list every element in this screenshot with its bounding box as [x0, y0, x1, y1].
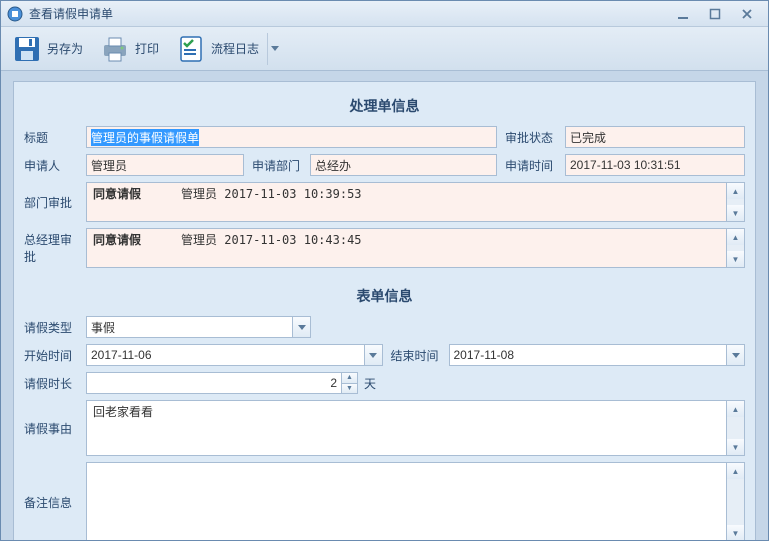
label-dept-approval: 部门审批: [24, 182, 86, 222]
spin-up-icon[interactable]: ▲: [342, 373, 357, 384]
field-approval-status[interactable]: 已完成: [565, 126, 745, 148]
field-dept-approval[interactable]: 同意请假 管理员 2017-11-03 10:39:53 ▲ ▼: [86, 182, 745, 222]
remarks-scrollbar[interactable]: ▲ ▼: [727, 462, 745, 540]
scroll-up-icon[interactable]: ▲: [727, 229, 744, 245]
window-title: 查看请假申请单: [29, 5, 674, 22]
field-apply-time[interactable]: 2017-11-03 10:31:51: [565, 154, 745, 176]
label-apply-time: 申请时间: [505, 154, 565, 176]
label-applicant: 申请人: [24, 154, 86, 176]
field-gm-approval[interactable]: 同意请假 管理员 2017-11-03 10:43:45 ▲ ▼: [86, 228, 745, 268]
process-log-button[interactable]: 流程日志: [171, 31, 267, 67]
label-apply-dept: 申请部门: [252, 154, 310, 176]
field-applicant[interactable]: 管理员: [86, 154, 244, 176]
save-icon: [11, 33, 43, 65]
field-remarks[interactable]: ▲ ▼: [86, 462, 745, 540]
label-end-time: 结束时间: [391, 344, 449, 366]
scroll-down-icon[interactable]: ▼: [727, 251, 744, 267]
print-label: 打印: [135, 40, 159, 57]
maximize-button[interactable]: [706, 7, 724, 21]
label-remarks: 备注信息: [24, 462, 86, 540]
chevron-down-icon[interactable]: [292, 317, 310, 337]
toolbar: 另存为 打印 流程日志: [1, 27, 768, 71]
label-duration: 请假时长: [24, 372, 86, 394]
label-unit-day: 天: [364, 372, 376, 394]
minimize-button[interactable]: [674, 7, 692, 21]
section2-title: 表单信息: [24, 286, 745, 306]
content-area: 处理单信息 标题 管理员的事假请假单 审批状态 已完成 申请人 管理员 申请部门…: [1, 71, 768, 540]
scroll-up-icon[interactable]: ▲: [727, 401, 744, 417]
close-button[interactable]: [738, 7, 756, 21]
field-apply-dept[interactable]: 总经办: [310, 154, 497, 176]
scroll-down-icon[interactable]: ▼: [727, 525, 744, 540]
process-log-icon: [175, 33, 207, 65]
label-start-time: 开始时间: [24, 344, 86, 366]
chevron-down-icon[interactable]: [726, 345, 744, 365]
print-icon: [99, 33, 131, 65]
chevron-down-icon[interactable]: [364, 345, 382, 365]
scroll-up-icon[interactable]: ▲: [727, 183, 744, 199]
label-gm-approval: 总经理审批: [24, 228, 86, 268]
save-as-button[interactable]: 另存为: [7, 31, 91, 67]
field-end-time[interactable]: 2017-11-08: [449, 344, 746, 366]
section1-title: 处理单信息: [24, 96, 745, 116]
save-as-label: 另存为: [47, 40, 83, 57]
field-reason[interactable]: 回老家看看 ▲ ▼: [86, 400, 745, 456]
print-button[interactable]: 打印: [95, 31, 167, 67]
scroll-down-icon[interactable]: ▼: [727, 439, 744, 455]
field-start-time[interactable]: 2017-11-06: [86, 344, 383, 366]
window-controls: [674, 7, 762, 21]
spin-down-icon[interactable]: ▼: [342, 384, 357, 394]
reason-scrollbar[interactable]: ▲ ▼: [727, 400, 745, 456]
scroll-up-icon[interactable]: ▲: [727, 463, 744, 479]
app-window: 查看请假申请单 另存为 打印 流程日志 处理单信息 标题 管理员的事假请假单: [0, 0, 769, 541]
label-title: 标题: [24, 126, 86, 148]
scroll-down-icon[interactable]: ▼: [727, 205, 744, 221]
field-leave-type[interactable]: 事假: [86, 316, 311, 338]
label-approval-status: 审批状态: [505, 126, 565, 148]
process-log-label: 流程日志: [211, 40, 259, 57]
field-title[interactable]: 管理员的事假请假单: [86, 126, 497, 148]
dept-approval-scrollbar[interactable]: ▲ ▼: [727, 182, 745, 222]
field-duration[interactable]: 2 ▲ ▼: [86, 372, 358, 394]
titlebar: 查看请假申请单: [1, 1, 768, 27]
app-icon: [7, 6, 23, 22]
main-panel: 处理单信息 标题 管理员的事假请假单 审批状态 已完成 申请人 管理员 申请部门…: [13, 81, 756, 540]
label-leave-type: 请假类型: [24, 316, 86, 338]
toolbar-split-dropdown[interactable]: [267, 33, 281, 65]
gm-approval-scrollbar[interactable]: ▲ ▼: [727, 228, 745, 268]
label-reason: 请假事由: [24, 400, 86, 456]
